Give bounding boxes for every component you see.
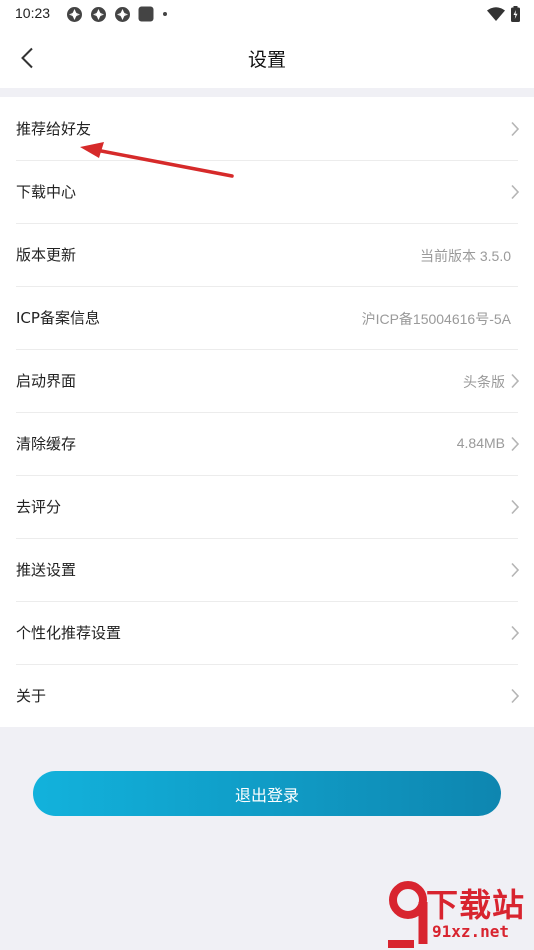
cache-size-value: 4.84MB — [456, 435, 505, 451]
chevron-right-icon — [511, 184, 520, 200]
status-bar: 10:23 — [0, 0, 534, 28]
wifi-icon — [487, 7, 505, 21]
site-watermark: 下载站 91xz.net — [386, 878, 534, 950]
app-notification-icon — [91, 6, 106, 22]
menu-item-download-center[interactable]: 下载中心 — [0, 160, 534, 223]
menu-item-label: 启动界面 — [16, 372, 77, 390]
menu-item-launch-screen[interactable]: 启动界面 头条版 — [0, 349, 534, 412]
menu-item-recommend-to-friends[interactable]: 推荐给好友 — [0, 97, 534, 160]
icp-value: 沪ICP备15004616号-5A — [361, 311, 511, 327]
watermark-url-text: 91xz.net — [432, 922, 510, 941]
menu-item-label: 清除缓存 — [16, 435, 77, 453]
chevron-right-icon — [511, 562, 520, 578]
dot-icon — [163, 12, 167, 16]
version-value: 当前版本 3.5.0 — [419, 248, 511, 264]
menu-item-label: ICP备案信息 — [16, 309, 100, 327]
page-title: 设置 — [247, 49, 286, 71]
chevron-right-icon — [511, 499, 520, 515]
chevron-right-icon — [511, 688, 520, 704]
status-time: 10:23 — [15, 5, 51, 21]
menu-item-rate-app[interactable]: 去评分 — [0, 475, 534, 538]
menu-item-personalized-recommendation[interactable]: 个性化推荐设置 — [0, 601, 534, 664]
app-notification-icon — [115, 6, 130, 22]
menu-item-label: 去评分 — [16, 498, 62, 516]
battery-icon — [511, 6, 520, 22]
menu-item-about[interactable]: 关于 — [0, 664, 534, 727]
menu-item-label: 关于 — [16, 687, 47, 705]
notification-icons — [66, 6, 169, 22]
menu-item-label: 版本更新 — [16, 246, 77, 264]
chevron-right-icon — [511, 373, 520, 389]
menu-item-version-update[interactable]: 版本更新 当前版本 3.5.0 — [0, 223, 534, 286]
settings-menu: 推荐给好友 下载中心 版本更新 当前版本 3.5.0 ICP备案信息 沪ICP备… — [0, 97, 534, 727]
menu-item-label: 推荐给好友 — [16, 120, 92, 138]
menu-item-label: 下载中心 — [16, 183, 77, 201]
menu-item-icp-info[interactable]: ICP备案信息 沪ICP备15004616号-5A — [0, 286, 534, 349]
menu-item-label: 推送设置 — [16, 561, 77, 579]
menu-item-label: 个性化推荐设置 — [16, 624, 122, 642]
square-notification-icon — [138, 6, 154, 22]
chevron-right-icon — [511, 121, 520, 137]
chevron-right-icon — [511, 436, 520, 452]
status-right-icons — [487, 6, 520, 22]
app-notification-icon — [67, 6, 82, 22]
app-header: 设置 — [0, 28, 534, 88]
logout-button[interactable]: 退出登录 — [33, 771, 501, 816]
launch-screen-value: 头条版 — [463, 374, 505, 390]
menu-item-clear-cache[interactable]: 清除缓存 4.84MB — [0, 412, 534, 475]
chevron-right-icon — [511, 625, 520, 641]
watermark-main-text: 下载站 — [426, 886, 526, 924]
menu-item-push-settings[interactable]: 推送设置 — [0, 538, 534, 601]
